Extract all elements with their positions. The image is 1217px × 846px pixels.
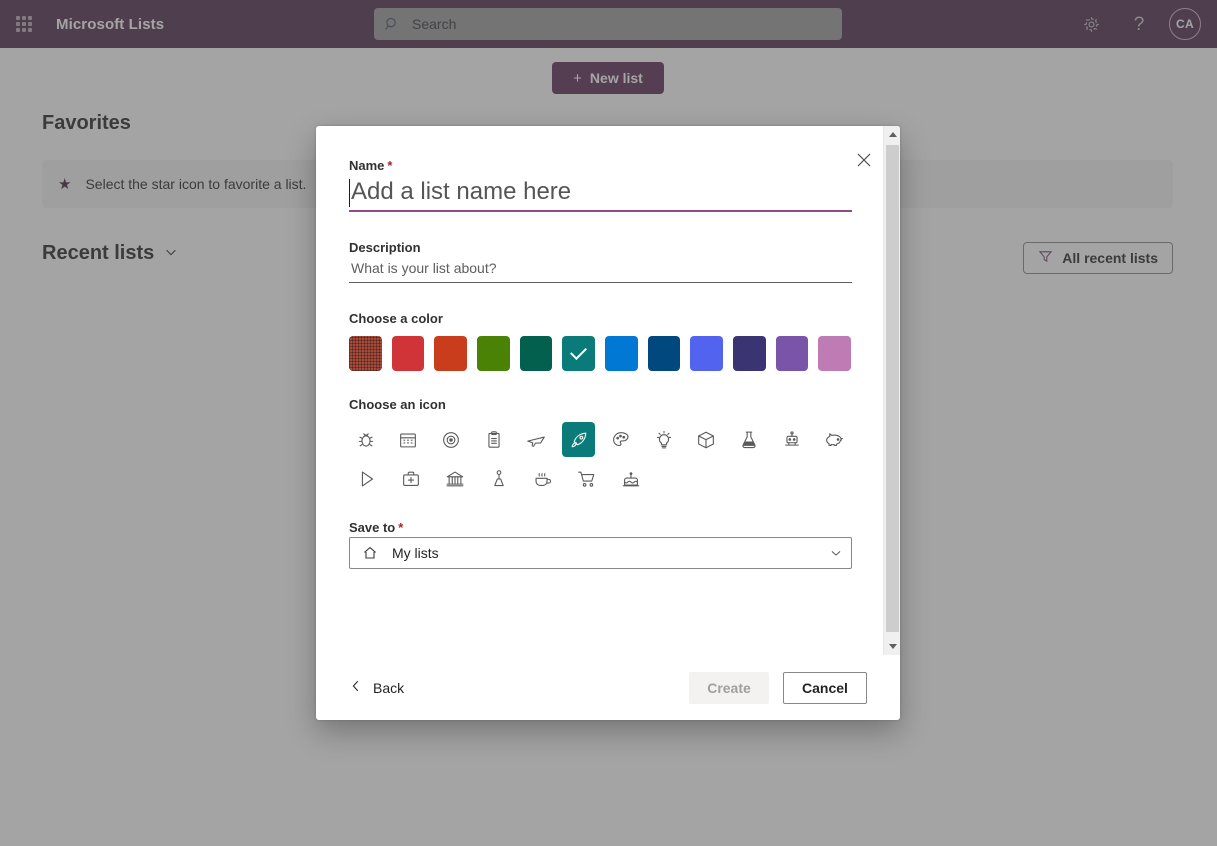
choose-icon-label: Choose an icon (349, 397, 446, 412)
back-button-label: Back (373, 679, 405, 696)
scroll-down-arrow[interactable] (884, 638, 900, 655)
save-to-value: My lists (392, 545, 439, 561)
dialog-primary-actions: Create Cancel (689, 671, 867, 704)
bank-icon[interactable] (437, 461, 472, 496)
name-field-label: Name * (349, 158, 393, 173)
color-swatch-navy-purple[interactable] (733, 336, 766, 371)
icon-row-1 (349, 422, 851, 457)
save-to-label: Save to * (349, 520, 404, 535)
color-swatch-row (349, 336, 852, 371)
cancel-button[interactable]: Cancel (783, 671, 867, 704)
color-swatch-teal[interactable] (562, 336, 596, 371)
close-icon[interactable] (852, 148, 876, 172)
first-aid-kit-icon[interactable] (393, 461, 428, 496)
dialog-scrollbar[interactable] (883, 126, 900, 655)
choose-color-label: Choose a color (349, 311, 443, 326)
chevron-left-icon (349, 679, 363, 696)
chevron-down-icon[interactable] (829, 546, 843, 560)
description-field-label: Description (349, 240, 421, 255)
scrollbar-thumb[interactable] (886, 145, 899, 632)
palette-icon[interactable] (604, 422, 638, 457)
clipboard-icon[interactable] (477, 422, 511, 457)
dialog-body: Name* Description Choose a color Choose … (316, 126, 900, 655)
text-caret (349, 179, 350, 207)
coffee-cup-icon[interactable] (525, 461, 560, 496)
color-swatch-red[interactable] (391, 336, 425, 371)
create-list-dialog: Name* Description Choose a color Choose … (316, 126, 900, 720)
color-swatch-dark-teal-green[interactable] (519, 336, 553, 371)
calendar-icon[interactable] (392, 422, 426, 457)
color-swatch-purple[interactable] (775, 336, 809, 371)
required-marker: * (387, 158, 393, 173)
name-field-wrapper (349, 175, 852, 212)
shopping-cart-icon[interactable] (569, 461, 604, 496)
color-swatch-dark-red[interactable] (349, 336, 382, 371)
dialog-footer: Back Create Cancel (316, 655, 900, 720)
robot-icon[interactable] (775, 422, 809, 457)
bullseye-icon[interactable] (434, 422, 468, 457)
color-swatch-blue[interactable] (605, 336, 638, 371)
scroll-up-arrow[interactable] (884, 126, 900, 143)
airplane-icon[interactable] (519, 422, 553, 457)
color-swatch-green[interactable] (477, 336, 510, 371)
color-swatch-pink-orchid[interactable] (818, 336, 852, 371)
lightbulb-icon[interactable] (647, 422, 681, 457)
cube-icon[interactable] (690, 422, 724, 457)
back-button[interactable]: Back (349, 679, 404, 696)
color-swatch-dark-blue[interactable] (647, 336, 681, 371)
color-swatch-orange-red[interactable] (434, 336, 468, 371)
beaker-icon[interactable] (732, 422, 766, 457)
description-field-wrapper (349, 257, 852, 283)
joystick-icon[interactable] (481, 461, 516, 496)
rocket-icon[interactable] (561, 422, 596, 457)
cake-icon[interactable] (613, 461, 648, 496)
icon-picker (349, 422, 851, 496)
name-input[interactable] (349, 175, 852, 212)
create-button[interactable]: Create (689, 671, 769, 704)
save-to-dropdown[interactable]: My lists (349, 537, 852, 569)
description-input[interactable] (349, 257, 852, 283)
required-marker: * (398, 520, 404, 535)
piggy-bank-icon[interactable] (817, 422, 851, 457)
color-swatch-royal-blue[interactable] (690, 336, 724, 371)
icon-row-2 (349, 461, 851, 496)
home-icon (362, 545, 378, 561)
play-icon[interactable] (349, 461, 384, 496)
bug-icon[interactable] (349, 422, 383, 457)
